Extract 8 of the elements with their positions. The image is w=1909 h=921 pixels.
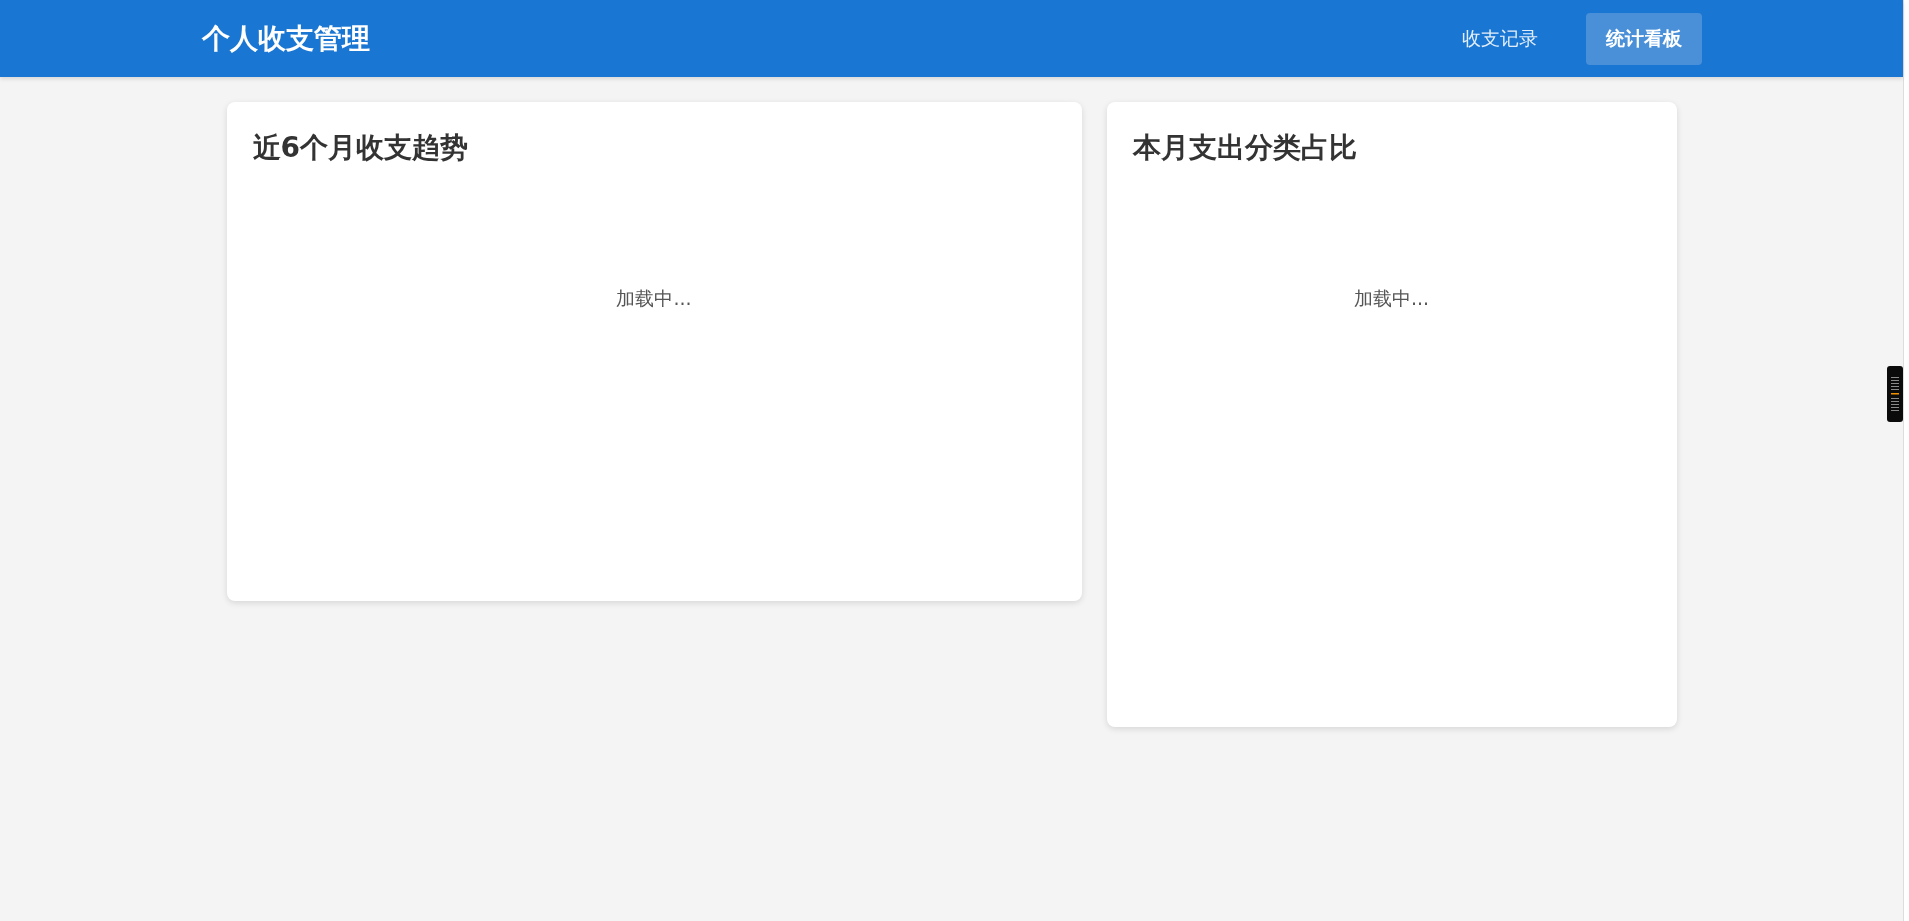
app-title: 个人收支管理 [201,20,370,57]
loading-text: 加载中... [616,286,692,311]
card-title: 本月支出分类占比 [1132,130,1358,166]
nav-tab[interactable]: 统计看板 [1585,12,1702,65]
loading-text: 加载中... [1353,286,1430,311]
card-title: 近6个月收支趋势 [252,130,469,166]
ruler-widget-drawing[interactable] [1887,366,1903,422]
nav-tab[interactable]: 收支记录 [1437,12,1562,65]
